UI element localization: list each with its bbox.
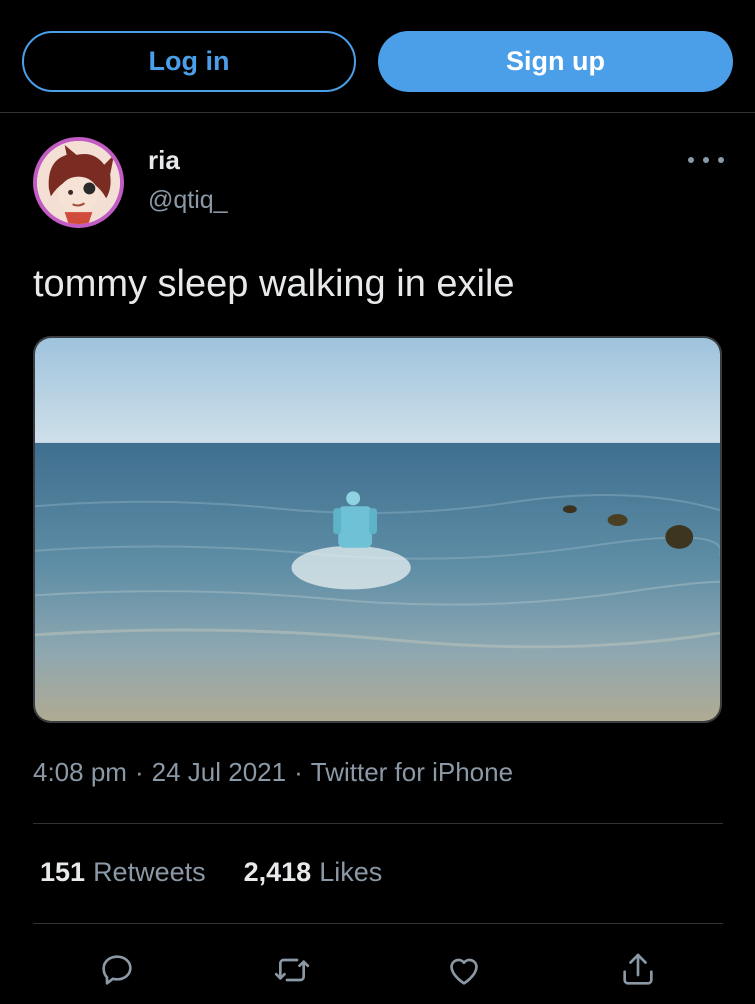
separator: · (294, 757, 303, 787)
tweet-date: 24 Jul 2021 (151, 757, 287, 787)
tweet-actions (0, 948, 755, 994)
divider (33, 923, 723, 924)
log-in-button[interactable]: Log in (22, 31, 356, 92)
tweet-text: tommy sleep walking in exile (33, 263, 515, 305)
retweets-label: Retweets (93, 857, 206, 887)
likes-label: Likes (319, 857, 383, 887)
share-icon[interactable] (616, 948, 660, 992)
tweet-stats: 151 Retweets 2,418 Likes (40, 857, 382, 888)
display-name[interactable]: ria (148, 145, 180, 176)
reply-icon[interactable] (95, 948, 139, 992)
tweet-video[interactable] (33, 336, 722, 723)
tweet-timestamp[interactable]: 4:08 pm · 24 Jul 2021 · Twitter for iPhone (33, 757, 513, 788)
retweets-stat[interactable]: 151 Retweets (40, 857, 206, 888)
separator: · (134, 757, 144, 787)
retweets-count: 151 (40, 857, 86, 887)
avatar[interactable] (33, 137, 124, 228)
top-bar: Log in Sign up (0, 0, 755, 113)
user-handle[interactable]: @qtiq_ (148, 186, 228, 215)
retweet-icon[interactable] (270, 948, 314, 992)
tweet-time: 4:08 pm (33, 757, 127, 787)
more-options-icon[interactable] (688, 150, 724, 170)
likes-stat[interactable]: 2,418 Likes (244, 857, 383, 888)
likes-count: 2,418 (243, 857, 312, 887)
sign-up-button[interactable]: Sign up (378, 31, 733, 92)
tweet-source[interactable]: Twitter for iPhone (311, 757, 513, 787)
like-icon[interactable] (442, 948, 486, 992)
divider (33, 823, 723, 824)
